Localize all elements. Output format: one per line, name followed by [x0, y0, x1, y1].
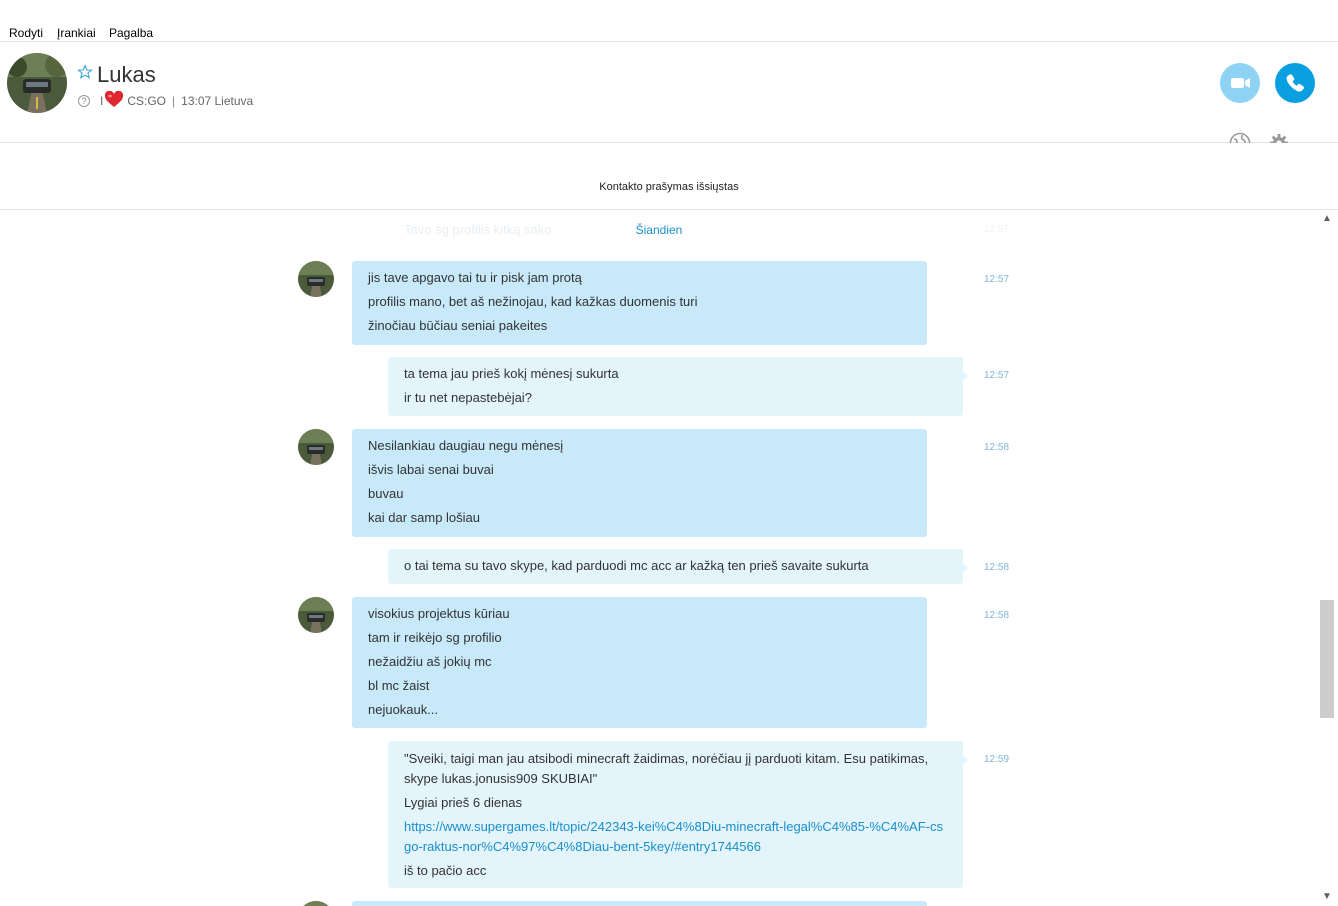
- incoming-message: jis tave apgavo tai tu ir pisk jam protą…: [352, 261, 927, 345]
- message-line: Nesilankiau daugiau negu mėnesį: [368, 438, 564, 453]
- message-line: visokius projektus kūriau: [368, 606, 510, 621]
- audio-call-button[interactable]: [1275, 63, 1315, 103]
- message-line: išvis labai senai buvai: [368, 462, 494, 477]
- local-time: 13:07 Lietuva: [181, 94, 254, 108]
- video-camera-icon: [1231, 78, 1250, 88]
- message-line: ta tema jau prieš kokį mėnesį sukurta: [404, 366, 619, 381]
- favorite-star-icon[interactable]: [76, 64, 94, 80]
- sender-avatar[interactable]: [298, 597, 334, 633]
- message-line: profilis mano, bet aš nežinojau, kad kaž…: [368, 294, 698, 309]
- message-link[interactable]: https://www.supergames.lt/topic/242343-k…: [404, 817, 947, 857]
- conversation-header: Lukas ? I CS:GO | 13:07 Lietuva: [0, 42, 1338, 154]
- quoted-text: "Sveiki, taigi man jau atsibodi minecraf…: [404, 751, 929, 786]
- message-time: 12:57: [984, 274, 1010, 285]
- message-line: ir tu net nepastebėjai?: [404, 390, 532, 405]
- scroll-down-arrow-icon[interactable]: ▼: [1320, 890, 1334, 904]
- message-line: iš to pačio acc: [404, 863, 487, 878]
- sender-avatar[interactable]: [298, 901, 334, 906]
- message-line: o tai tema su tavo skype, kad parduodi m…: [404, 558, 869, 573]
- video-call-button[interactable]: [1220, 63, 1260, 103]
- incoming-message: [352, 901, 927, 906]
- scroll-up-arrow-icon[interactable]: ▲: [1320, 212, 1334, 226]
- sender-avatar[interactable]: [298, 429, 334, 465]
- outgoing-message: o tai tema su tavo skype, kad parduodi m…: [388, 549, 968, 584]
- message-time: 12:58: [984, 562, 1010, 573]
- message-list[interactable]: Tavo sg profilis kitką sako 12:57 Šiandi…: [0, 210, 1318, 906]
- menu-irankiai[interactable]: Įrankiai: [57, 26, 96, 40]
- message-line: buvau: [368, 486, 404, 501]
- message-time: 12:58: [984, 442, 1010, 453]
- separator: |: [172, 94, 176, 108]
- message-line: jis tave apgavo tai tu ir pisk jam protą: [368, 270, 582, 285]
- message-line: nežaidžiu aš jokių mc: [368, 654, 492, 669]
- menu-bar: Rodyti Įrankiai Pagalba: [0, 0, 1338, 42]
- menu-pagalba[interactable]: Pagalba: [109, 26, 153, 40]
- notice-text: Kontakto prašymas išsiųstas: [599, 181, 739, 193]
- incoming-message: visokius projektus kūriau tam ir reikėjo…: [352, 597, 927, 728]
- message-line: bl mc žaist: [368, 678, 430, 693]
- contact-avatar[interactable]: [7, 53, 67, 113]
- mood-prefix: I: [100, 94, 104, 108]
- message-line: nejuokauk...: [368, 702, 439, 717]
- message-line: žinočiau būčiau seniai pakeites: [368, 318, 548, 333]
- scrollbar-thumb[interactable]: [1320, 600, 1334, 718]
- day-divider: Šiandien: [635, 223, 683, 237]
- message-line: Lygiai prieš 6 dienas: [404, 795, 523, 810]
- phone-icon: [1286, 74, 1304, 92]
- contact-status: ? I CS:GO | 13:07 Lietuva: [78, 90, 254, 111]
- outgoing-message: "Sveiki, taigi man jau atsibodi minecraf…: [388, 741, 968, 888]
- contact-name: Lukas: [97, 62, 156, 87]
- message-line: kai dar samp lošiau: [368, 510, 480, 525]
- scrollbar[interactable]: [1318, 210, 1338, 906]
- mood-text: CS:GO: [127, 94, 167, 108]
- message-time: 12:58: [984, 610, 1010, 621]
- contact-request-notice: Kontakto prašymas išsiųstas: [0, 143, 1338, 210]
- incoming-message: Nesilankiau daugiau negu mėnesį išvis la…: [352, 429, 927, 537]
- sender-avatar[interactable]: [298, 261, 334, 297]
- message-line: tam ir reikėjo sg profilio: [368, 630, 502, 645]
- menu-rodyti[interactable]: Rodyti: [9, 26, 43, 40]
- heart-icon: [104, 90, 124, 111]
- outgoing-message: ta tema jau prieš kokį mėnesį sukurta ir…: [388, 357, 968, 416]
- message-time: 12:57: [984, 370, 1010, 381]
- message-time: 12:59: [984, 754, 1010, 765]
- status-question-icon: ?: [78, 95, 90, 107]
